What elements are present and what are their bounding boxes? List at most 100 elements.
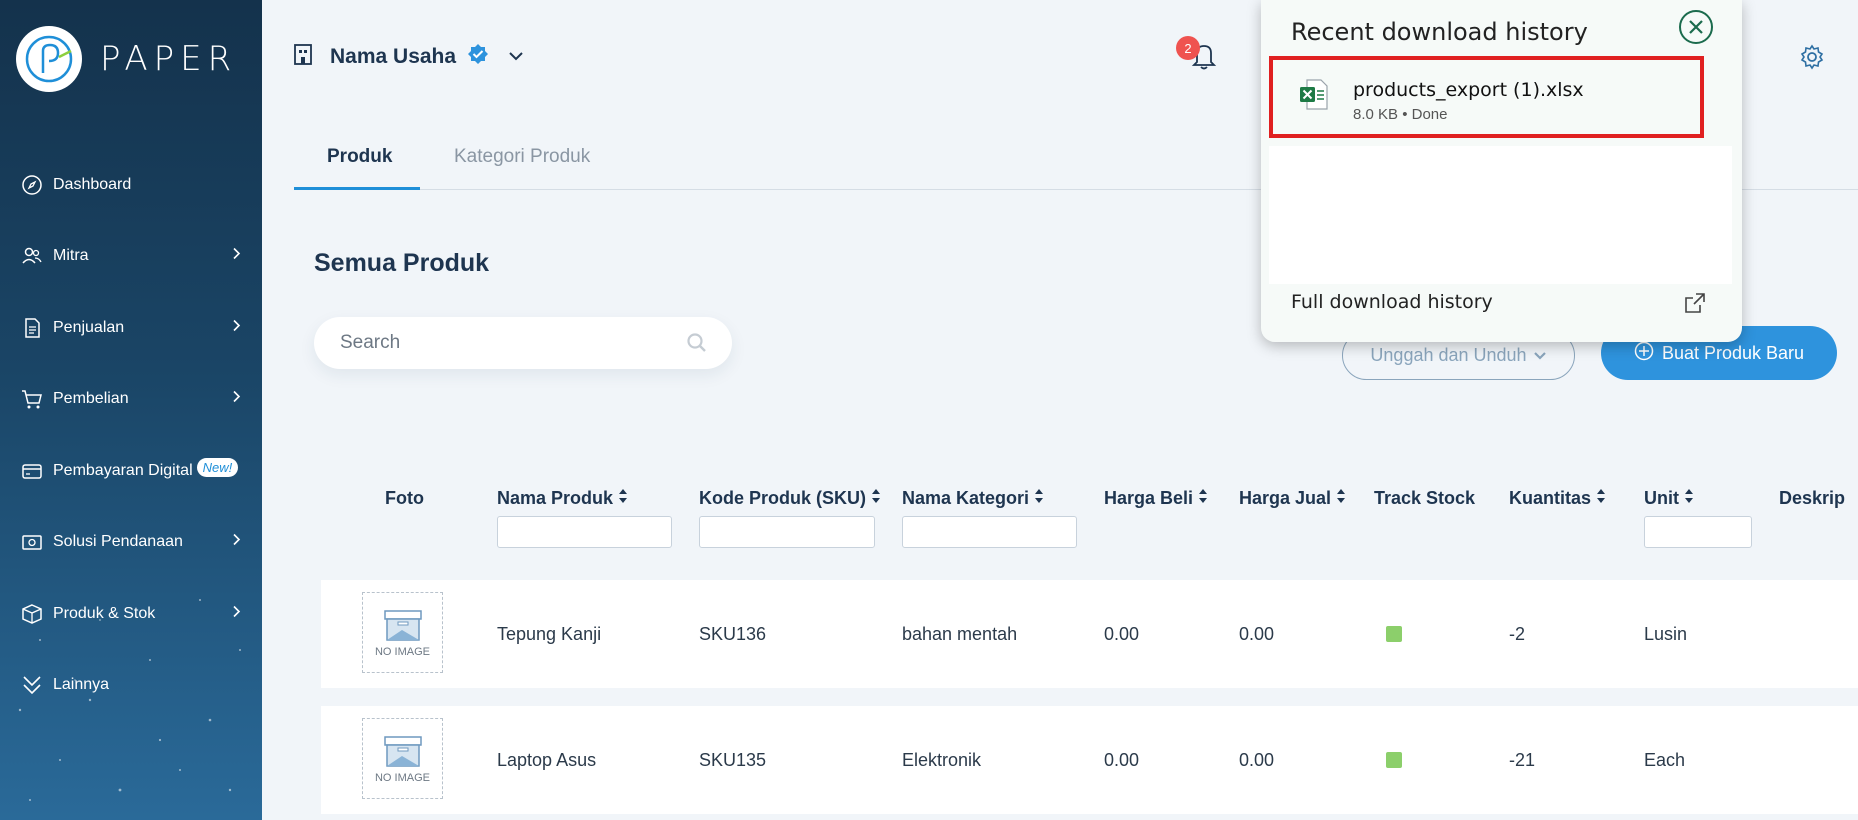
popup-title: Recent download history [1291,18,1588,46]
chevron-right-icon [232,318,242,337]
chevron-down-icon[interactable] [508,48,524,66]
filter-nama-kategori-input[interactable] [902,516,1077,548]
image-placeholder-icon [383,609,422,641]
search-icon[interactable] [686,332,708,359]
page-title: Semua Produk [314,249,490,277]
column-header-label: Foto [385,488,424,508]
sort-icon[interactable] [871,488,881,509]
sidebar-item-pembayaran-digital[interactable]: Pembayaran Digital New! [0,435,262,507]
column-header-nama-produk[interactable]: Nama Produk [497,488,628,509]
card-icon [20,459,44,483]
cell-harga-beli: 0.00 [1104,750,1140,770]
cell-harga-jual: 0.00 [1239,624,1275,644]
filter-unit-input[interactable] [1644,516,1752,548]
chevrons-down-icon [20,673,44,697]
excel-file-icon [1299,79,1329,116]
cell-nama-kategori: Elektronik [902,750,982,770]
filter-sku-input[interactable] [699,516,875,548]
sidebar-item-mitra[interactable]: Mitra [0,221,262,293]
sort-icon[interactable] [1198,488,1208,509]
sidebar-item-produk-stok[interactable]: Produk & Stok [0,578,262,650]
chevron-down-icon [1533,345,1547,366]
search-box [314,317,732,369]
sidebar-item-label: Penjualan [53,318,125,336]
sidebar-item-penjualan[interactable]: Penjualan [0,292,262,364]
table-row[interactable]: NO IMAGE Tepung Kanji SKU136 bahan menta… [321,580,1858,688]
tab-produk[interactable]: Produk [327,146,392,168]
sidebar-item-label: Pembayaran Digital [53,461,193,479]
download-list-empty-area [1269,146,1732,284]
column-header-sku[interactable]: Kode Produk (SKU) [699,488,881,509]
close-icon[interactable] [1679,10,1713,44]
sort-icon[interactable] [1596,488,1606,509]
sort-icon[interactable] [1336,488,1346,509]
full-download-history-link[interactable]: Full download history [1291,291,1493,313]
sidebar-item-label: Lainnya [53,676,110,694]
download-file-name: products_export (1).xlsx [1353,79,1584,101]
box-icon [20,602,44,626]
column-header-harga-beli[interactable]: Harga Beli [1104,488,1208,509]
search-input[interactable] [340,332,670,354]
store-icon [292,42,314,71]
track-stock-indicator [1386,626,1402,642]
chevron-right-icon [232,533,242,552]
column-header-label: Track Stock [1374,488,1476,508]
sidebar-item-label: Produk & Stok [53,604,156,622]
column-header-label: Unit [1644,488,1679,508]
tab-kategori-produk[interactable]: Kategori Produk [454,146,590,168]
sidebar-item-label: Solusi Pendanaan [53,533,183,551]
column-header-deskripsi: Deskrip [1779,488,1845,509]
download-file-meta: 8.0 KB • Done [1353,106,1448,123]
sidebar-item-lainnya[interactable]: Lainnya [0,650,262,722]
cell-nama-produk: Tepung Kanji [497,624,602,644]
column-header-label: Kuantitas [1509,488,1592,508]
sidebar-nav: Dashboard Mitra Penjualan Pembelian Pemb… [0,149,262,721]
column-header-kuantitas[interactable]: Kuantitas [1509,488,1606,509]
column-header-foto: Foto [385,488,424,509]
sort-icon[interactable] [1684,488,1694,509]
download-item[interactable]: products_export (1).xlsx 8.0 KB • Done [1269,56,1704,138]
sidebar-item-solusi-pendanaan[interactable]: Solusi Pendanaan [0,507,262,579]
column-header-label: Kode Produk (SKU) [699,488,867,508]
column-header-harga-jual[interactable]: Harga Jual [1239,488,1346,509]
verified-badge-icon [466,42,490,71]
sidebar-item-label: Dashboard [53,175,132,193]
table-row[interactable]: NO IMAGE Laptop Asus SKU135 Elektronik 0… [321,706,1858,814]
sort-icon[interactable] [618,488,628,509]
open-external-icon[interactable] [1684,292,1706,319]
business-selector[interactable]: Nama Usaha [292,42,524,71]
column-header-nama-kategori[interactable]: Nama Kategori [902,488,1044,509]
cell-harga-jual: 0.00 [1239,750,1275,770]
filter-nama-produk-input[interactable] [497,516,672,548]
product-thumbnail: NO IMAGE [362,718,443,799]
chevron-right-icon [232,247,242,266]
users-icon [20,244,44,268]
upload-download-label: Unggah dan Unduh [1370,345,1527,365]
plus-circle-icon [1634,341,1654,366]
sort-icon[interactable] [1034,488,1044,509]
cell-kuantitas: -2 [1509,624,1526,644]
sidebar-item-pembelian[interactable]: Pembelian [0,364,262,436]
cell-nama-kategori: bahan mentah [902,624,1018,644]
brand-name: PAPER [100,39,238,79]
business-name: Nama Usaha [330,44,457,68]
brand-logo[interactable]: PAPER [16,26,237,92]
create-product-label: Buat Produk Baru [1661,342,1805,363]
active-tab-indicator [294,187,420,190]
settings-gear-icon[interactable] [1799,44,1825,75]
logo-mark-icon [16,26,82,92]
image-placeholder-icon [383,735,422,767]
column-header-label: Harga Jual [1239,488,1332,508]
no-image-label: NO IMAGE [374,771,430,784]
cell-nama-produk: Laptop Asus [497,750,597,770]
column-header-label: Deskrip [1779,488,1846,508]
sidebar-item-dashboard[interactable]: Dashboard [0,149,262,221]
cell-unit: Each [1644,750,1686,770]
sidebar-item-label: Mitra [53,247,89,265]
cell-sku: SKU136 [699,624,767,644]
cash-icon [20,530,44,554]
column-header-unit[interactable]: Unit [1644,488,1694,509]
product-thumbnail: NO IMAGE [362,592,443,673]
column-header-label: Harga Beli [1104,488,1194,508]
cell-harga-beli: 0.00 [1104,624,1140,644]
